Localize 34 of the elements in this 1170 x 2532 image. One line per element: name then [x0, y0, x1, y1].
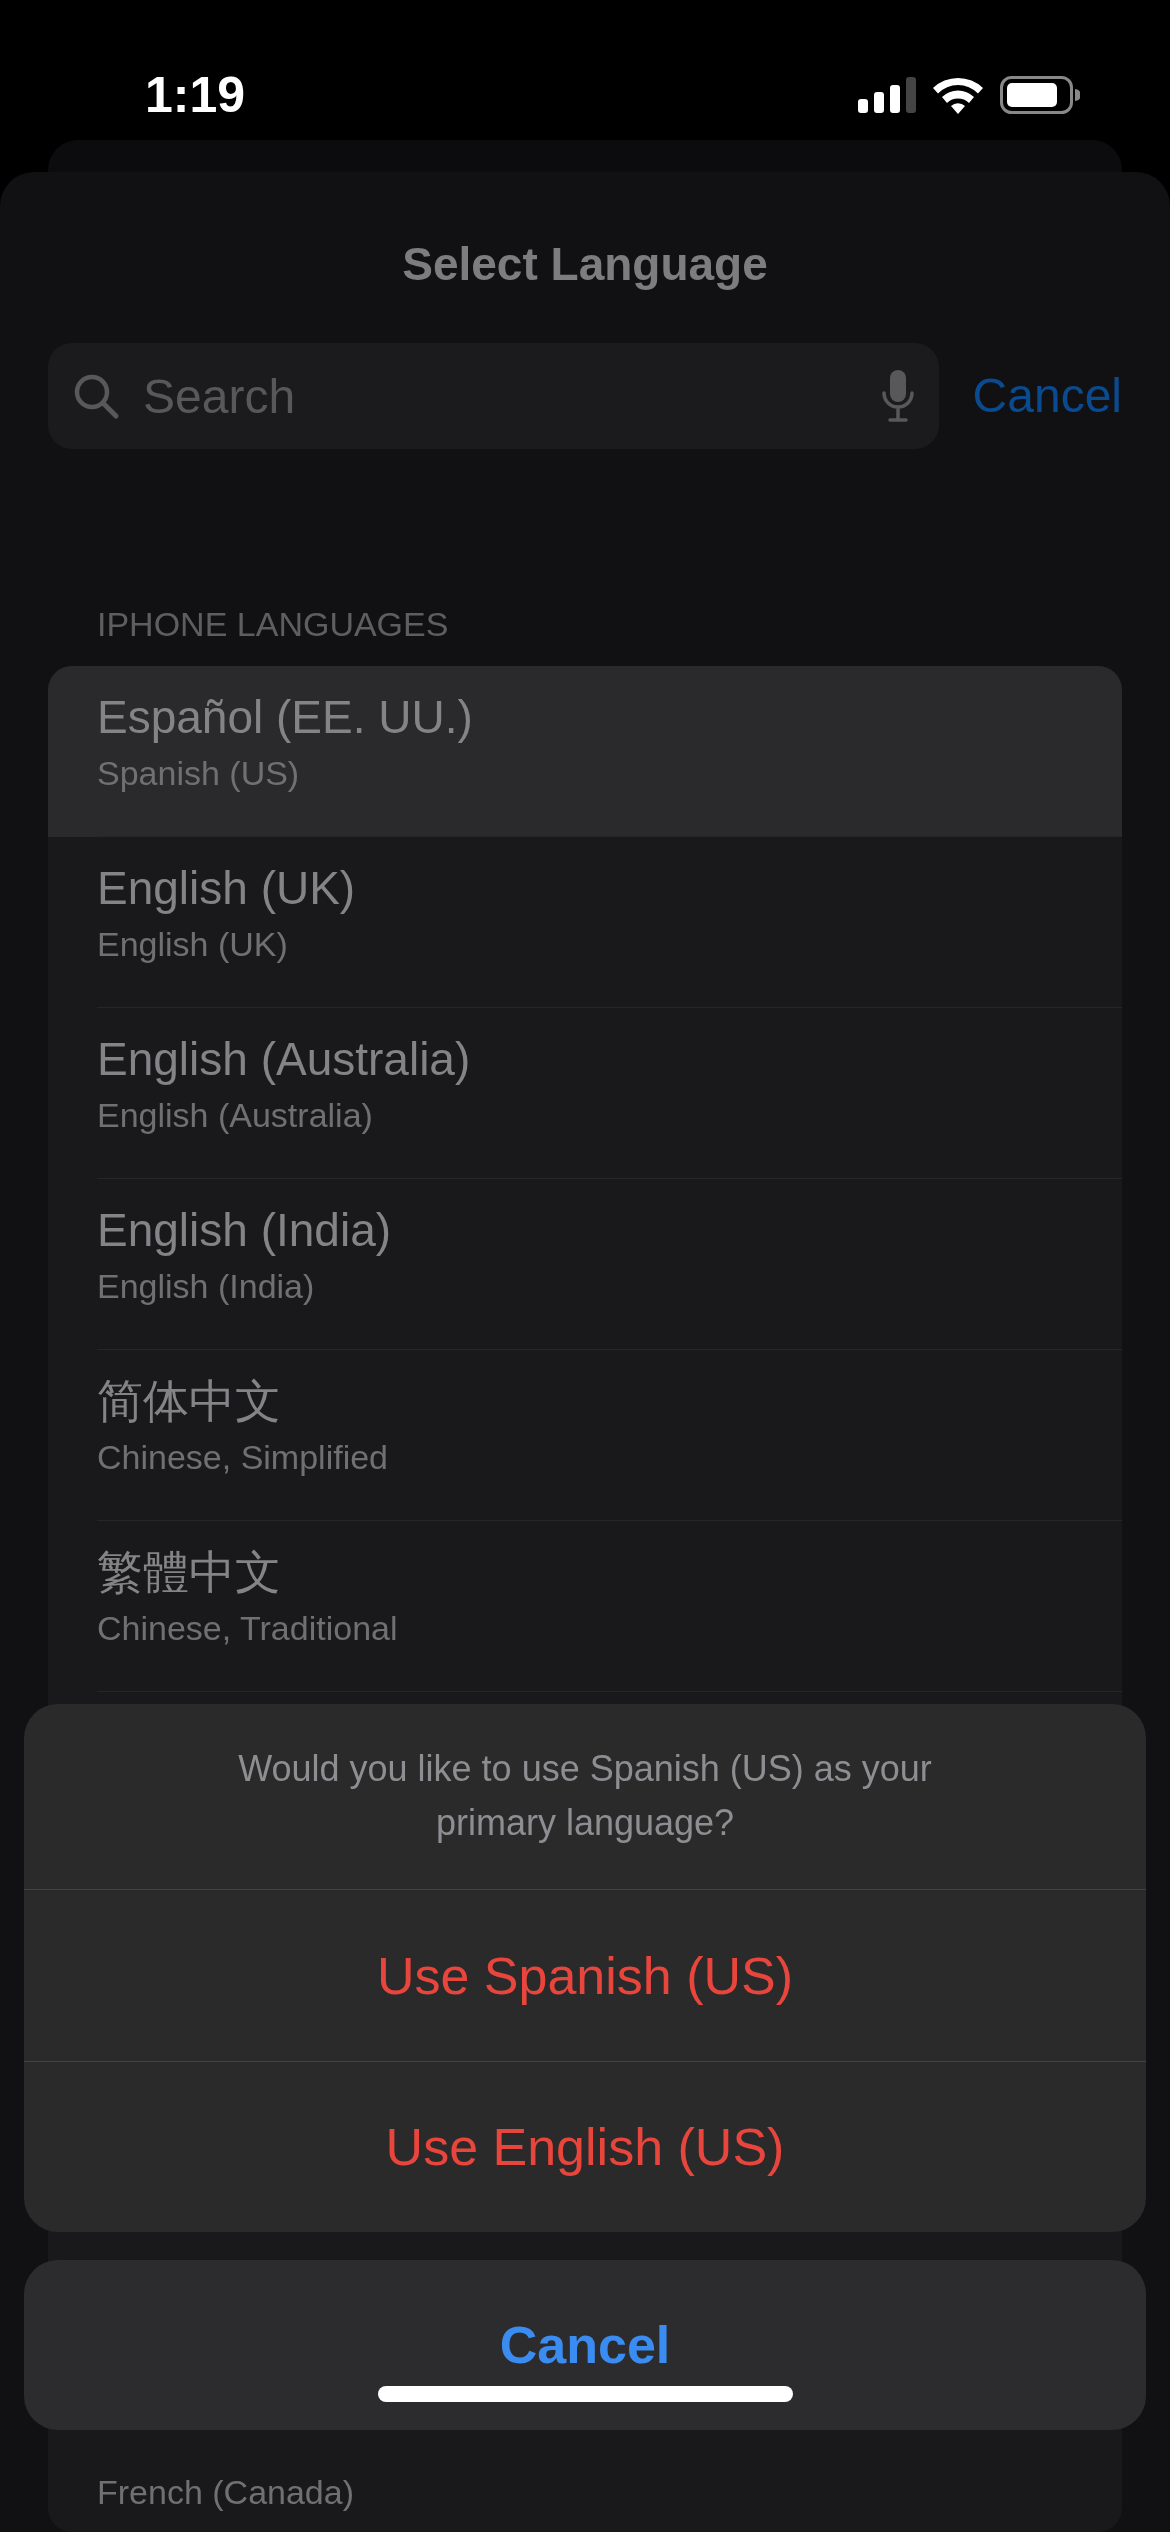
microphone-icon[interactable]: [880, 369, 915, 423]
language-row[interactable]: English (India) English (India): [48, 1179, 1122, 1350]
language-subtitle: Spanish (US): [97, 753, 301, 795]
language-subtitle: Chinese, Simplified: [97, 1437, 390, 1479]
sheet-title: Select Language: [401, 237, 769, 292]
language-subtitle: English (India): [97, 1266, 316, 1308]
clock-time: 1:19: [145, 65, 246, 125]
action-button[interactable]: Use Spanish (US): [24, 1890, 1146, 2061]
language-subtitle: French (Canada): [97, 2472, 355, 2513]
section-header: IPHONE LANGUAGES: [96, 604, 450, 645]
language-subtitle: Chinese, Traditional: [97, 1608, 399, 1650]
search-icon: [72, 372, 120, 420]
wifi-icon: [932, 76, 984, 114]
action-button[interactable]: Use English (US): [24, 2061, 1146, 2232]
language-name: English (India): [97, 1203, 393, 1258]
prompt-message: Would you like to use Spanish (US) as your primary language?: [24, 1704, 1146, 1890]
language-name: 简体中文: [97, 1374, 282, 1429]
language-name: English (UK): [97, 861, 357, 916]
language-row[interactable]: English (Australia) English (Australia): [48, 1008, 1122, 1179]
signal-icon: [858, 77, 916, 113]
language-row[interactable]: 繁體中文 Chinese, Traditional: [48, 1521, 1122, 1692]
language-subtitle: English (UK): [97, 924, 289, 966]
language-subtitle: English (Australia): [97, 1095, 374, 1137]
language-row[interactable]: Español (EE. UU.) Spanish (US): [48, 666, 1122, 837]
search-field[interactable]: Search: [48, 343, 939, 449]
language-row[interactable]: French (Canada): [48, 2430, 1122, 2532]
language-name: 繁體中文: [97, 1545, 282, 1600]
language-row[interactable]: English (UK) English (UK): [48, 837, 1122, 1008]
cancel-button[interactable]: Cancel: [24, 2260, 1146, 2430]
cancel-button[interactable]: Cancel: [972, 360, 1122, 432]
language-name: English (Australia): [97, 1032, 472, 1087]
language-row[interactable]: 简体中文 Chinese, Simplified: [48, 1350, 1122, 1521]
battery-icon: [1000, 76, 1080, 114]
language-name: Español (EE. UU.): [97, 690, 474, 745]
